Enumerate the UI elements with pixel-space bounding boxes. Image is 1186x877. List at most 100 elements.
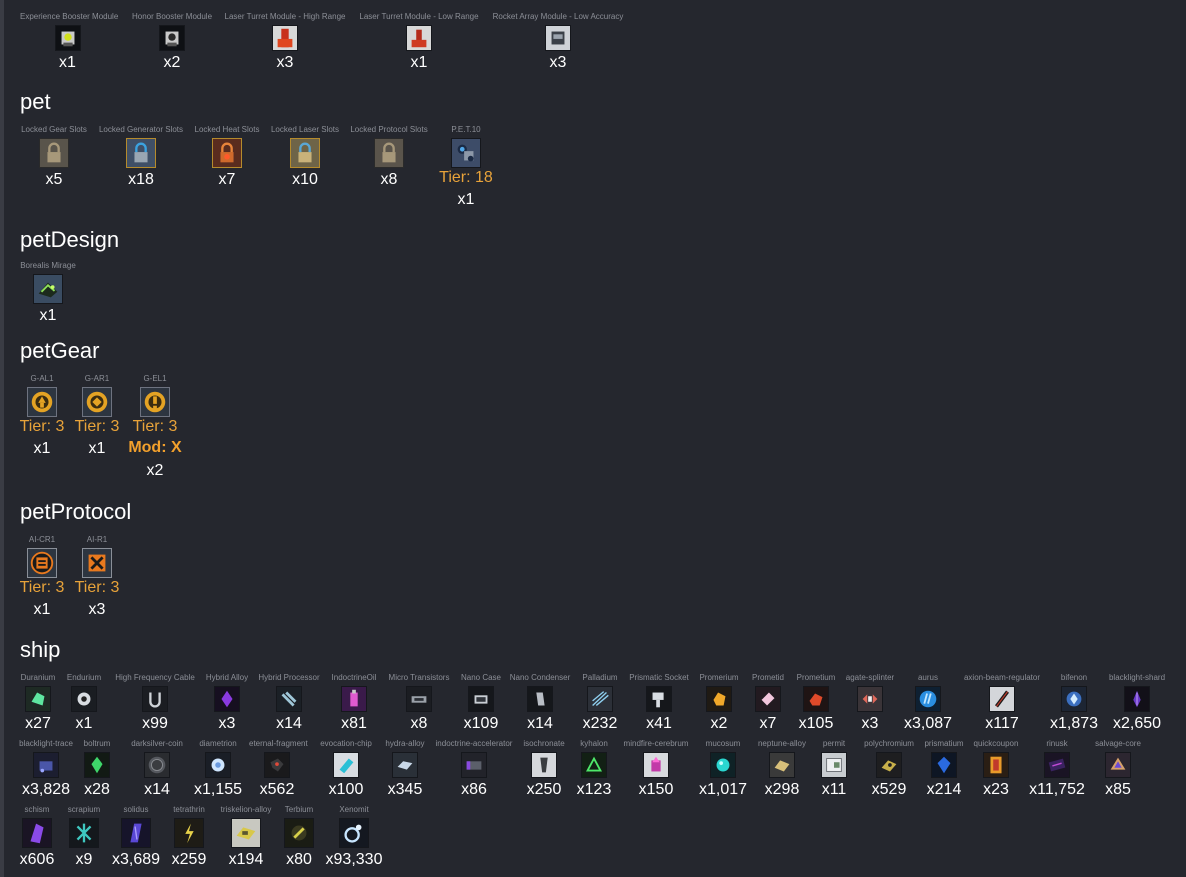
item-kyhalon[interactable]: kyhalon x123 [575, 739, 613, 801]
borealis-mirage-icon [33, 274, 63, 304]
item-name: High Frequency Cable [115, 673, 195, 682]
item-nano-case[interactable]: Nano Case x109 [460, 673, 502, 735]
schism-icon [22, 818, 52, 848]
item-diametrion[interactable]: diametrion x1,155 [193, 739, 243, 801]
item-prometid[interactable]: Prometid x7 [748, 673, 788, 735]
item-blacklight-trace[interactable]: blacklight-trace x3,828 [16, 739, 76, 801]
item-prismatium[interactable]: prismatium x214 [920, 739, 968, 801]
item-honor-booster-module[interactable]: Honor Booster Module x2 [128, 12, 216, 74]
item-tetrathrin[interactable]: tetrathrin x259 [168, 805, 210, 871]
indoctrine-accelerator-icon [461, 752, 487, 778]
item-promerium[interactable]: Promerium x2 [697, 673, 741, 735]
item-pet-10[interactable]: P.E.T.10 Tier: 18 x1 [436, 125, 496, 211]
item-eternal-fragment[interactable]: eternal-fragment x562 [249, 739, 308, 801]
item-name: Nano Condenser [509, 673, 571, 682]
item-quantity: x2 [710, 715, 728, 732]
item-g-al1[interactable]: G-AL1 Tier: 3 x1 [18, 374, 66, 460]
item-isochronate[interactable]: isochronate x250 [520, 739, 568, 801]
item-quantity: x10 [292, 171, 318, 188]
evocation-chip-icon [333, 752, 359, 778]
item-prometium[interactable]: Prometium x105 [794, 673, 838, 735]
item-evocation-chip[interactable]: evocation-chip x100 [317, 739, 375, 801]
item-name: P.E.T.10 [451, 125, 481, 134]
item-name: tetrathrin [173, 805, 205, 814]
item-schism[interactable]: schism x606 [16, 805, 58, 871]
item-quickcoupon[interactable]: quickcoupon x23 [970, 739, 1022, 801]
item-quantity: x1 [88, 440, 106, 457]
item-axion-beam-regulator[interactable]: axion-beam-regulator x117 [960, 673, 1044, 735]
item-g-ar1[interactable]: G-AR1 Tier: 3 x1 [73, 374, 121, 460]
item-solidus[interactable]: solidus x3,689 [112, 805, 160, 871]
item-bifenon[interactable]: bifenon x1,873 [1049, 673, 1099, 735]
item-prismatic-socket[interactable]: Prismatic Socket x41 [627, 673, 691, 735]
blacklight-shard-icon [1124, 686, 1150, 712]
item-indoctrineoil[interactable]: IndoctrineOil x81 [328, 673, 380, 735]
item-hydra-alloy[interactable]: hydra-alloy x345 [382, 739, 428, 801]
item-quantity: x41 [646, 715, 672, 732]
lock-icon [290, 138, 320, 168]
lock-icon [126, 138, 156, 168]
item-locked-laser-slots[interactable]: Locked Laser Slots x10 [268, 125, 342, 191]
item-xenomit[interactable]: Xenomit x93,330 [322, 805, 386, 871]
item-locked-gear-slots[interactable]: Locked Gear Slots x5 [18, 125, 90, 191]
item-mindfire-cerebrum[interactable]: mindfire-cerebrum x150 [620, 739, 692, 801]
item-locked-protocol-slots[interactable]: Locked Protocol Slots x8 [346, 125, 432, 191]
item-neptune-alloy[interactable]: neptune-alloy x298 [754, 739, 810, 801]
item-boltrum[interactable]: boltrum x28 [82, 739, 112, 801]
item-ai-cr1[interactable]: AI-CR1 Tier: 3 x1 [18, 535, 66, 621]
item-ai-r1[interactable]: AI-R1 Tier: 3 x3 [73, 535, 121, 621]
item-name: Prometium [796, 673, 836, 682]
item-scrapium[interactable]: scrapium x9 [64, 805, 104, 871]
item-borealis-mirage[interactable]: Borealis Mirage x1 [18, 261, 78, 327]
laser-turret-module-icon [272, 25, 298, 51]
item-high-frequency-cable[interactable]: High Frequency Cable x99 [112, 673, 198, 735]
item-palladium[interactable]: Palladium x232 [578, 673, 622, 735]
section-title-petprotocol: petProtocol [20, 499, 132, 524]
item-duranium[interactable]: Duranium x27 [18, 673, 58, 735]
item-name: Locked Laser Slots [270, 125, 340, 134]
item-name: axion-beam-regulator [963, 673, 1041, 682]
item-salvage-core[interactable]: salvage-core x85 [1090, 739, 1146, 801]
item-polychromium[interactable]: polychromium x529 [860, 739, 918, 801]
item-aurus[interactable]: aurus x3,087 [903, 673, 953, 735]
item-name: Prismatic Socket [629, 673, 689, 682]
mindfire-cerebrum-icon [643, 752, 669, 778]
item-hybrid-alloy[interactable]: Hybrid Alloy x3 [204, 673, 250, 735]
item-locked-heat-slots[interactable]: Locked Heat Slots x7 [192, 125, 262, 191]
endurium-icon [71, 686, 97, 712]
item-quantity: x93,330 [325, 851, 383, 868]
item-quantity: x529 [871, 781, 907, 798]
item-quantity: x298 [764, 781, 800, 798]
item-darksilver-coin[interactable]: darksilver-coin x14 [126, 739, 188, 801]
item-micro-transistors[interactable]: Micro Transistors x8 [385, 673, 453, 735]
item-g-el1[interactable]: G-EL1 Tier: 3 Mod: X x2 [128, 374, 182, 482]
item-quantity: x3 [276, 54, 294, 71]
item-terbium[interactable]: Terbium x80 [280, 805, 318, 871]
item-blacklight-shard[interactable]: blacklight-shard x2,650 [1105, 673, 1169, 735]
item-quantity: x18 [128, 171, 154, 188]
kyhalon-icon [581, 752, 607, 778]
item-quantity: x117 [985, 715, 1019, 732]
item-experience-booster-module[interactable]: Experience Booster Module x1 [20, 12, 118, 74]
item-rinusk[interactable]: rinusk x11,752 [1028, 739, 1086, 801]
item-agate-splinter[interactable]: agate-splinter x3 [843, 673, 897, 735]
transistor-icon [406, 686, 432, 712]
item-permit[interactable]: permit x11 [816, 739, 852, 801]
item-hybrid-processor[interactable]: Hybrid Processor x14 [256, 673, 322, 735]
item-laser-turret-high-range[interactable]: Laser Turret Module - High Range x3 [220, 12, 350, 74]
item-triskelion-alloy[interactable]: triskelion-alloy x194 [218, 805, 274, 871]
item-rocket-array-module[interactable]: Rocket Array Module - Low Accuracy x3 [488, 12, 628, 74]
item-locked-generator-slots[interactable]: Locked Generator Slots x18 [96, 125, 186, 191]
item-mucosum[interactable]: mucosum x1,017 [698, 739, 748, 801]
item-name: triskelion-alloy [220, 805, 272, 814]
item-quantity: x9 [75, 851, 93, 868]
item-nano-condenser[interactable]: Nano Condenser x14 [508, 673, 572, 735]
item-endurium[interactable]: Endurium x1 [66, 673, 102, 735]
section-title-petdesign: petDesign [20, 227, 120, 252]
item-name: isochronate [523, 739, 565, 748]
left-scroll-edge [0, 0, 4, 877]
item-indoctrine-accelerator[interactable]: indoctrine-accelerator x86 [432, 739, 516, 801]
item-name: rinusk [1046, 739, 1068, 748]
item-quantity: x14 [144, 781, 170, 798]
item-laser-turret-low-range[interactable]: Laser Turret Module - Low Range x1 [355, 12, 483, 74]
